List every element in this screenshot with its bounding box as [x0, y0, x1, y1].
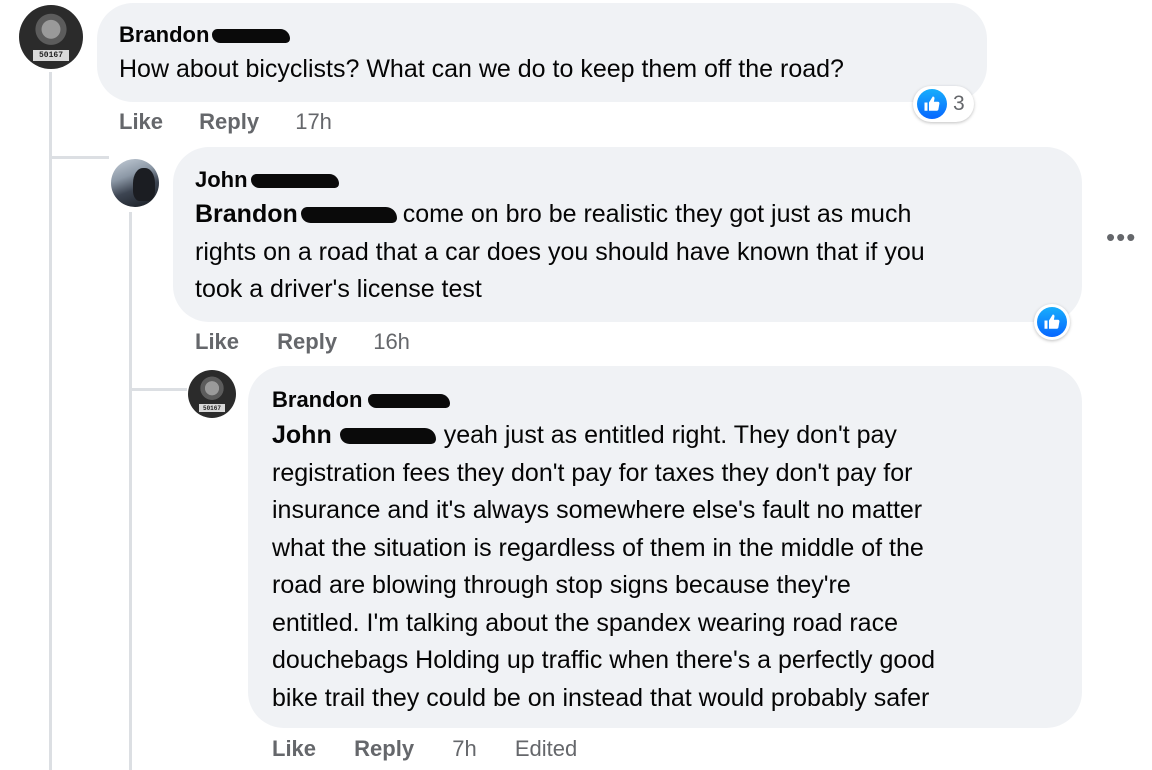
thumbs-up-icon [1037, 307, 1067, 337]
reply-button[interactable]: Reply [199, 109, 259, 135]
more-options-icon[interactable]: ••• [1106, 222, 1136, 253]
mention-link[interactable]: Brandon [195, 200, 298, 228]
avatar[interactable]: 50167 [19, 5, 83, 69]
like-button[interactable]: Like [119, 109, 163, 135]
comment-text-line: douchebags Holding up traffic when there… [272, 646, 936, 674]
like-button[interactable]: Like [272, 736, 316, 762]
comment-text-line: took a driver's license test [195, 275, 482, 303]
comment-timestamp[interactable]: 16h [373, 329, 410, 355]
comment-text-line: rights on a road that a car does you sho… [195, 237, 925, 266]
comment-author[interactable]: Brandon [272, 387, 451, 413]
mention-link[interactable]: John [272, 421, 332, 449]
comment-actions: Like Reply 16h [195, 329, 410, 355]
comment-text-line: road are blowing through stop signs beca… [272, 571, 851, 599]
thread-line [49, 72, 52, 770]
comment-text-line: yeah just as entitled right. They don't … [443, 421, 897, 449]
redacted-surname [212, 29, 291, 44]
comment-timestamp[interactable]: 17h [295, 109, 332, 135]
comment-author[interactable]: Brandon [119, 22, 291, 48]
avatar[interactable] [111, 159, 159, 207]
comment-text-line: insurance and it's always somewhere else… [272, 496, 923, 524]
reply-button[interactable]: Reply [277, 329, 337, 355]
thread-line [49, 156, 109, 159]
comment-text: John yeah just as entitled right. They do… [272, 417, 1072, 717]
comment-text-line: come on bro be realistic they got just a… [402, 200, 912, 228]
thread-line [129, 212, 132, 770]
author-name[interactable]: Brandon [272, 387, 362, 412]
comment-author[interactable]: John [195, 167, 339, 193]
redacted-surname [250, 174, 339, 189]
avatar[interactable]: 50167 [188, 370, 236, 418]
edited-label: Edited [514, 736, 578, 761]
redacted-mention [339, 428, 436, 445]
comment-actions: Like Reply 17h [119, 109, 332, 135]
comment-text-line: bike trail they could be on instead that… [272, 683, 930, 712]
reaction-summary[interactable]: 3 [913, 86, 974, 122]
avatar-silhouette [133, 167, 156, 202]
comment-text-line: registration fees they don't pay for tax… [272, 458, 913, 487]
author-name[interactable]: John [195, 167, 248, 192]
avatar-plate: 50167 [33, 49, 69, 62]
redacted-surname [368, 394, 451, 409]
reply-button[interactable]: Reply [354, 736, 414, 762]
redacted-mention [300, 207, 397, 224]
comment-text-line: what the situation is regardless of them… [272, 533, 924, 562]
reaction-summary[interactable] [1034, 304, 1070, 340]
reaction-count: 3 [953, 92, 965, 115]
comment-text: How about bicyclists? What can we do to … [119, 55, 844, 83]
thread-line [129, 388, 187, 391]
comment-actions: Like Reply 7h Edited [272, 736, 577, 762]
comment-text: Brandon come on bro be realistic they got… [195, 196, 1075, 309]
like-button[interactable]: Like [195, 329, 239, 355]
comment-text-line: entitled. I'm talking about the spandex … [272, 608, 898, 637]
avatar-plate: 50167 [198, 403, 226, 413]
comment-timestamp[interactable]: 7h [452, 736, 476, 762]
author-name[interactable]: Brandon [119, 22, 209, 47]
thumbs-up-icon [917, 89, 947, 119]
